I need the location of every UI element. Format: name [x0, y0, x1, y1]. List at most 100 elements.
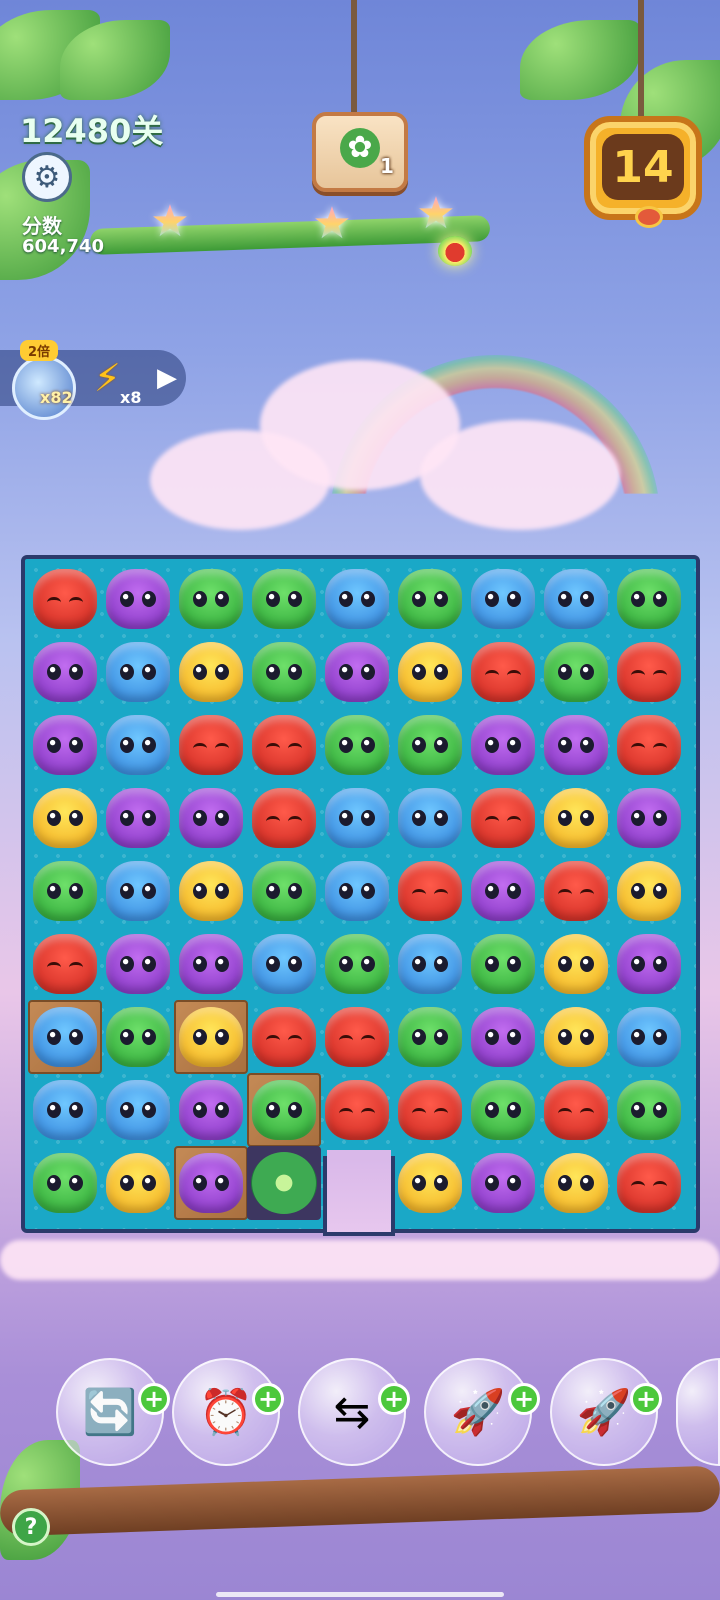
board-cell[interactable] — [247, 927, 321, 1001]
expand-boosters-button[interactable]: ▶ — [150, 356, 184, 400]
home-indicator[interactable] — [216, 1592, 504, 1597]
board-cell[interactable] — [247, 635, 321, 709]
board-cell[interactable] — [539, 854, 613, 928]
add-clock-button[interactable]: + — [252, 1383, 284, 1415]
board-cell[interactable] — [174, 854, 248, 928]
board-cell[interactable] — [393, 927, 467, 1001]
board-cell[interactable] — [466, 1073, 540, 1147]
board-cell[interactable] — [247, 1073, 321, 1147]
board-cell[interactable] — [174, 562, 248, 636]
board-cell[interactable] — [174, 1000, 248, 1074]
clock-icon: ⏰ — [198, 1387, 254, 1438]
board-cell[interactable] — [393, 562, 467, 636]
add-swap-button[interactable]: + — [378, 1383, 410, 1415]
board-cell[interactable] — [393, 854, 467, 928]
ladybug-progress-marker-icon — [438, 236, 472, 266]
board-cell[interactable] — [466, 635, 540, 709]
board-cell[interactable] — [539, 635, 613, 709]
help-button[interactable]: ? — [12, 1508, 50, 1546]
board-cell[interactable] — [612, 708, 686, 782]
board-cell[interactable] — [174, 1146, 248, 1220]
board-cell[interactable] — [539, 927, 613, 1001]
board-cell[interactable] — [101, 562, 175, 636]
hippo-tile-icon — [252, 934, 316, 994]
settings-button[interactable]: ⚙ — [22, 152, 72, 202]
board-cell[interactable] — [320, 781, 394, 855]
board-cell[interactable] — [320, 854, 394, 928]
score-label: 分数 — [22, 214, 62, 238]
board-cell[interactable] — [612, 1073, 686, 1147]
board-cell[interactable] — [174, 927, 248, 1001]
board-cell[interactable] — [466, 854, 540, 928]
add-shuffle-button[interactable]: + — [138, 1383, 170, 1415]
board-cell[interactable] — [539, 1073, 613, 1147]
board-cell[interactable] — [247, 1000, 321, 1074]
board-cell[interactable] — [28, 1146, 102, 1220]
board-cell[interactable] — [28, 1000, 102, 1074]
board-cell[interactable] — [393, 1000, 467, 1074]
board-cell[interactable] — [466, 781, 540, 855]
board-cell[interactable] — [612, 854, 686, 928]
board-cell[interactable] — [539, 562, 613, 636]
board-cell[interactable] — [466, 1000, 540, 1074]
add-rocket-vertical-button[interactable]: + — [630, 1383, 662, 1415]
board-cell[interactable] — [28, 635, 102, 709]
game-board[interactable] — [21, 555, 700, 1233]
board-cell[interactable] — [101, 854, 175, 928]
board-cell[interactable] — [28, 708, 102, 782]
board-cell[interactable] — [174, 1073, 248, 1147]
board-cell[interactable] — [247, 781, 321, 855]
board-cell[interactable] — [174, 708, 248, 782]
board-cell[interactable] — [612, 635, 686, 709]
board-cell[interactable] — [612, 1146, 686, 1220]
board-cell[interactable] — [393, 635, 467, 709]
board-cell[interactable] — [539, 1146, 613, 1220]
board-cell[interactable] — [247, 708, 321, 782]
powerup-partial[interactable] — [676, 1358, 720, 1466]
board-cell[interactable] — [393, 1073, 467, 1147]
board-cell[interactable] — [320, 927, 394, 1001]
board-cell[interactable] — [539, 781, 613, 855]
board-cell[interactable] — [28, 927, 102, 1001]
board-cell[interactable] — [320, 562, 394, 636]
board-cell[interactable] — [539, 1000, 613, 1074]
board-cell[interactable] — [393, 708, 467, 782]
board-cell[interactable] — [393, 1146, 467, 1220]
board-cell[interactable] — [28, 562, 102, 636]
hippo-tile-icon — [544, 569, 608, 629]
lightning-icon[interactable]: ⚡ — [94, 356, 121, 400]
board-cell[interactable] — [320, 708, 394, 782]
board-cell[interactable] — [393, 781, 467, 855]
board-cell[interactable] — [320, 1000, 394, 1074]
board-cell[interactable] — [247, 1146, 321, 1220]
board-cell[interactable] — [28, 1073, 102, 1147]
board-cell[interactable] — [612, 562, 686, 636]
board-cell[interactable] — [247, 854, 321, 928]
board-cell[interactable] — [101, 1146, 175, 1220]
board-cell[interactable] — [174, 781, 248, 855]
add-rocket-horizontal-button[interactable]: + — [508, 1383, 540, 1415]
board-cell[interactable] — [174, 635, 248, 709]
board-cell[interactable] — [612, 927, 686, 1001]
chick-tile-icon — [179, 642, 243, 702]
owl-tile-icon — [617, 788, 681, 848]
board-cell[interactable] — [101, 708, 175, 782]
board-cell[interactable] — [320, 1073, 394, 1147]
board-cell[interactable] — [101, 1000, 175, 1074]
board-cell[interactable] — [539, 708, 613, 782]
board-cell[interactable] — [612, 1000, 686, 1074]
board-cell[interactable] — [466, 1146, 540, 1220]
board-cell[interactable] — [320, 635, 394, 709]
board-cell[interactable] — [101, 781, 175, 855]
board-cell[interactable] — [28, 854, 102, 928]
board-cell[interactable] — [466, 562, 540, 636]
board-cell[interactable] — [101, 1073, 175, 1147]
board-cell[interactable] — [101, 927, 175, 1001]
board-cell[interactable] — [466, 708, 540, 782]
board-cell[interactable] — [28, 781, 102, 855]
board-cell[interactable] — [101, 635, 175, 709]
board-cell[interactable] — [612, 781, 686, 855]
board-cell[interactable] — [247, 562, 321, 636]
board-cell[interactable] — [466, 927, 540, 1001]
progress-star-1-icon: ★ — [148, 200, 192, 244]
